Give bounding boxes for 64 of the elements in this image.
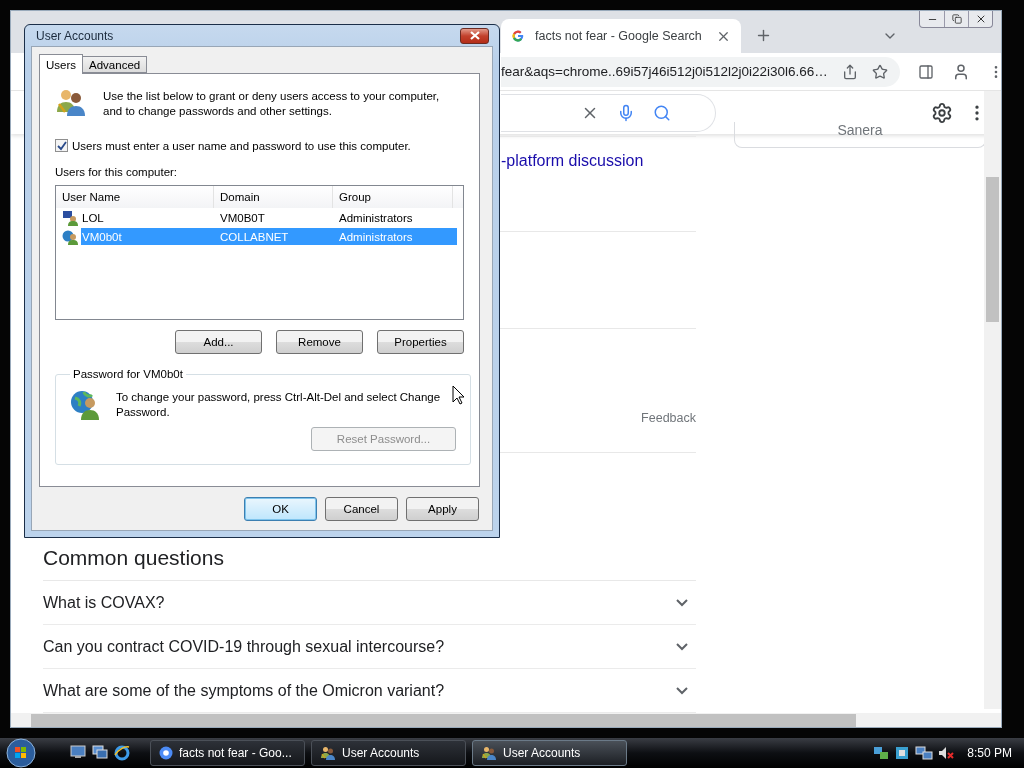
user-computer-icon [62,209,78,226]
taskbar-button[interactable]: facts not fear - Goo... [150,740,305,766]
chevron-icon [676,642,688,651]
list-action-button[interactable]: Add... [175,330,262,354]
dialog-button[interactable]: OK [244,496,317,521]
window-title: User Accounts [36,28,114,43]
address-bar[interactable]: fear&aqs=chrome..69i57j46i512j0i512l2j0i22i30l6.66… [501,56,900,87]
users-icon [320,745,336,761]
star-icon[interactable] [871,63,888,80]
dialog-button[interactable]: Apply [406,496,479,521]
question-row[interactable]: What is COVAX? [43,581,696,626]
column-header[interactable]: Domain [214,186,333,208]
network-icon[interactable] [873,745,890,761]
browser-tab[interactable]: facts not fear - Google Search [501,19,741,53]
g-logo-icon [511,29,525,43]
taskbar-button[interactable]: User Accounts [472,740,627,766]
group-cell: Administrators [337,228,457,245]
password-hint: To change your password, press Ctrl-Alt-Del and select Change Password. [116,390,442,420]
domain-cell-text: VM0B0T [219,210,266,226]
monitors-icon[interactable] [915,745,934,761]
settings-icon[interactable] [931,101,953,124]
domain-cell: COLLABNET [218,228,337,245]
chevron-icon [676,598,688,607]
desktop-icon[interactable] [70,745,86,759]
close-button[interactable] [460,27,489,44]
result-link[interactable]: -platform discussion [501,152,644,171]
intro-text: Use the list below to grant or deny users access to your computer, and to change passwords and other settings. [103,89,441,119]
tab[interactable]: Advanced [82,56,148,73]
window-switch-icon[interactable] [92,745,108,759]
taskbar-button[interactable]: User Accounts [311,740,466,766]
column-header[interactable]: User Name [56,186,214,208]
close-icon [469,31,480,40]
list-action-button[interactable]: Remove [276,330,363,354]
vertical-scrollbar[interactable] [984,91,1001,709]
search-icon[interactable] [653,103,671,122]
chevron-icon [676,686,688,695]
group-cell-text: Administrators [338,210,414,226]
cursor-icon [452,385,465,405]
user-globe-icon [62,228,78,245]
tab[interactable]: Users [39,54,84,74]
browser-icon [159,746,173,760]
users-icon [481,745,497,761]
muted-speaker-icon[interactable] [938,745,955,761]
devices-icon[interactable] [894,745,911,761]
horizontal-scrollbar[interactable] [11,713,1001,727]
clock[interactable]: 8:50 PM [967,746,1012,760]
share-icon[interactable] [841,63,858,80]
dialog-button[interactable]: Cancel [325,496,398,521]
question-row[interactable]: Can you contract COVID-19 through sexual intercourse? [43,625,696,670]
group-title: Password for VM0b0t [72,368,184,380]
checkbox-label: Users must enter a user name and password to use this computer. [72,139,411,152]
feedback-link[interactable]: Feedback [641,411,696,426]
list-label: Users for this computer: [55,166,179,178]
user-name-cell[interactable]: LOL [60,209,218,226]
column-header[interactable]: Group [333,186,453,208]
browser-icon[interactable] [114,745,130,761]
new-tab-icon[interactable] [755,27,772,44]
start-button[interactable] [6,738,36,768]
list-action-button[interactable]: Properties [377,330,464,354]
microphone-icon[interactable] [617,103,635,122]
section-heading: Common questions [43,546,224,571]
checkbox[interactable] [55,139,68,152]
user-globe-icon [70,388,102,420]
side-panel-icon[interactable] [917,63,934,80]
